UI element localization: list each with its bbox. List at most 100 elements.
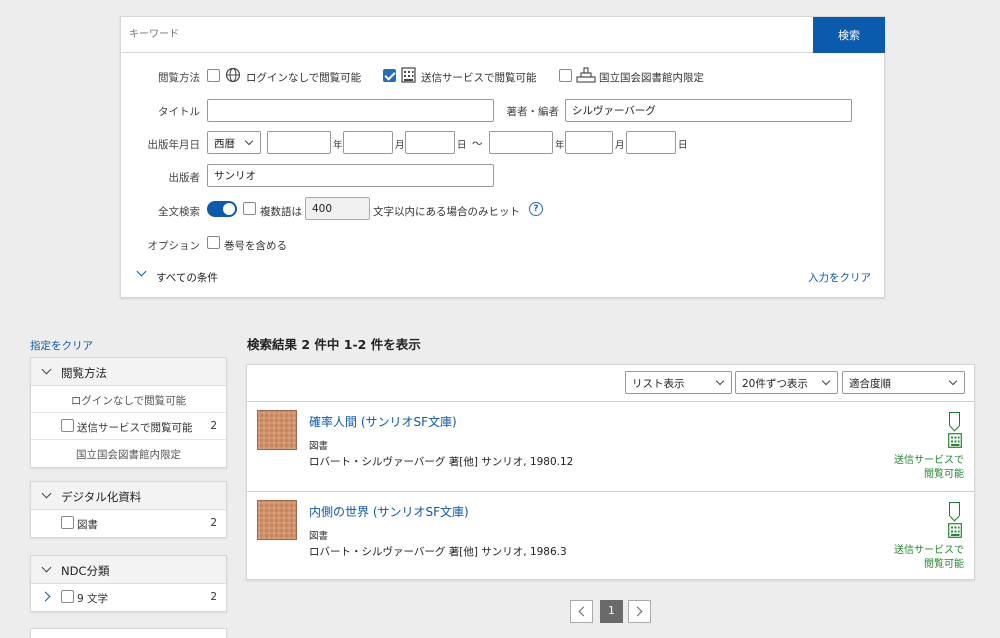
chevron-down-icon xyxy=(821,376,831,386)
facet-item-checkbox[interactable] xyxy=(61,516,74,529)
search-button[interactable]: 検索 xyxy=(813,17,885,53)
facet-title: デジタル化資料 xyxy=(61,490,142,504)
from-month-field[interactable] xyxy=(343,131,393,154)
publisher-field[interactable] xyxy=(207,164,494,187)
all-conditions-toggle[interactable]: すべての条件 xyxy=(156,270,218,285)
result-type: 図書 xyxy=(309,531,329,542)
view-login-free-label: ログインなしで閲覧可能 xyxy=(246,72,362,84)
facet-item-label: ログインなしで閲覧可能 xyxy=(70,395,187,407)
advanced-search-panel: 検索 閲覧方法 ログインなしで閲覧可能 送信サービスで閲覧可能 国立国会図書館内… xyxy=(120,16,885,298)
range-separator: 〜 xyxy=(472,138,483,150)
facet-next xyxy=(30,628,227,638)
from-month-unit: 月 xyxy=(395,140,405,151)
include-volume-label: 巻号を含める xyxy=(224,240,287,252)
distance-field[interactable] xyxy=(305,197,370,220)
facet-item-checkbox[interactable] xyxy=(61,590,74,603)
facet-item-label: 9 文学 xyxy=(77,593,109,605)
clear-input-link[interactable]: 入力をクリア xyxy=(808,270,871,285)
facet-header[interactable]: デジタル化資料 xyxy=(31,482,226,510)
results-summary: 検索結果 2 件中 1-2 件を表示 xyxy=(247,337,421,352)
per-page-value: 20件ずつ表示 xyxy=(742,378,808,390)
include-volume-checkbox[interactable] xyxy=(207,236,220,249)
access-status-line1: 送信サービスで xyxy=(894,545,964,556)
facet-item-label: 図書 xyxy=(77,519,98,531)
view-ndl-only-label: 国立国会図書館内限定 xyxy=(599,72,704,84)
facet-item[interactable]: 送信サービスで閲覧可能 2 xyxy=(31,413,226,440)
chevron-down-icon xyxy=(948,376,958,386)
result-type: 図書 xyxy=(309,441,329,452)
from-day-field[interactable] xyxy=(405,131,455,154)
option-label: オプション xyxy=(147,240,201,252)
page-button-current[interactable]: 1 xyxy=(600,600,623,623)
to-day-field[interactable] xyxy=(626,131,676,154)
help-icon[interactable]: ? xyxy=(529,202,543,216)
result-title-link[interactable]: 確率人間 (サンリオSF文庫) xyxy=(309,413,457,430)
author-field[interactable] xyxy=(565,99,852,122)
sort-value: 適合度順 xyxy=(849,378,891,390)
author-label: 著者・編者 xyxy=(506,106,560,118)
era-select[interactable]: 西暦 xyxy=(207,131,261,154)
result-meta: ロバート・シルヴァーバーグ 著[他] サンリオ, 1986.3 xyxy=(309,546,567,558)
transmission-building-icon xyxy=(948,433,962,448)
view-ndl-only-checkbox[interactable] xyxy=(559,69,572,82)
sort-select[interactable]: 適合度順 xyxy=(842,371,965,394)
book-thumbnail[interactable] xyxy=(257,500,297,540)
era-select-value: 西暦 xyxy=(214,138,235,150)
access-status-line1: 送信サービスで xyxy=(894,455,964,466)
view-mode-select[interactable]: リスト表示 xyxy=(625,371,732,394)
view-transmission-label: 送信サービスで閲覧可能 xyxy=(421,72,537,84)
multiword-checkbox[interactable] xyxy=(243,202,256,215)
chevron-down-icon xyxy=(41,364,52,375)
next-page-button[interactable] xyxy=(628,600,651,623)
result-item: 確率人間 (サンリオSF文庫) 図書 ロバート・シルヴァーバーグ 著[他] サン… xyxy=(247,401,974,490)
prev-page-button[interactable] xyxy=(570,600,593,623)
keyword-input[interactable] xyxy=(121,17,813,53)
results-panel: リスト表示 20件ずつ表示 適合度順 確率人間 (サンリオSF文庫) 図書 ロバ… xyxy=(246,364,975,580)
from-year-field[interactable] xyxy=(267,131,331,154)
view-login-free-checkbox[interactable] xyxy=(207,69,220,82)
fulltext-toggle[interactable] xyxy=(207,201,237,217)
chevron-right-icon[interactable] xyxy=(40,591,51,602)
facet-view-method: 閲覧方法 ログインなしで閲覧可能 送信サービスで閲覧可能 2 国立国会図書館内限… xyxy=(30,357,227,468)
bookmark-icon[interactable] xyxy=(949,502,960,516)
fulltext-label: 全文検索 xyxy=(158,206,200,218)
globe-icon xyxy=(225,67,241,83)
result-title-link[interactable]: 内側の世界 (サンリオSF文庫) xyxy=(309,503,469,520)
title-field[interactable] xyxy=(207,99,494,122)
access-status: 送信サービスで 閲覧可能 xyxy=(894,454,964,482)
facet-title: NDC分類 xyxy=(61,564,110,578)
chevron-down-icon xyxy=(41,562,52,573)
multiword-label: 複数語は xyxy=(260,206,302,218)
chevron-down-icon xyxy=(715,376,725,386)
facet-item[interactable]: 国立国会図書館内限定 xyxy=(31,440,226,467)
publisher-label: 出版者 xyxy=(168,172,201,184)
view-transmission-checkbox[interactable] xyxy=(383,69,396,82)
access-status-line2: 閲覧可能 xyxy=(924,469,964,480)
to-year-field[interactable] xyxy=(489,131,553,154)
chevron-down-icon xyxy=(41,488,52,499)
bookmark-icon[interactable] xyxy=(949,412,960,426)
clear-filters-link[interactable]: 指定をクリア xyxy=(30,338,93,353)
view-mode-value: リスト表示 xyxy=(632,378,685,390)
access-status: 送信サービスで 閲覧可能 xyxy=(894,544,964,572)
from-day-unit: 日 xyxy=(457,140,467,151)
facet-item[interactable]: 9 文学 2 xyxy=(31,584,226,611)
transmission-building-icon xyxy=(948,523,962,538)
facet-item-count: 2 xyxy=(210,420,217,432)
facet-item[interactable]: ログインなしで閲覧可能 xyxy=(31,386,226,413)
chevron-right-icon xyxy=(632,606,643,617)
facet-item-checkbox[interactable] xyxy=(61,419,74,432)
facet-ndc: NDC分類 9 文学 2 xyxy=(30,555,227,612)
facet-header[interactable]: NDC分類 xyxy=(31,556,226,584)
expand-chevron-icon[interactable] xyxy=(136,266,147,277)
title-label: タイトル xyxy=(158,106,200,118)
from-year-unit: 年 xyxy=(333,140,343,151)
to-month-unit: 月 xyxy=(615,140,625,151)
to-month-field[interactable] xyxy=(565,131,613,154)
book-thumbnail[interactable] xyxy=(257,410,297,450)
to-day-unit: 日 xyxy=(678,140,688,151)
per-page-select[interactable]: 20件ずつ表示 xyxy=(735,371,838,394)
facet-header[interactable]: 閲覧方法 xyxy=(31,358,226,386)
facet-item-label: 送信サービスで閲覧可能 xyxy=(77,422,193,434)
facet-item[interactable]: 図書 2 xyxy=(31,510,226,537)
